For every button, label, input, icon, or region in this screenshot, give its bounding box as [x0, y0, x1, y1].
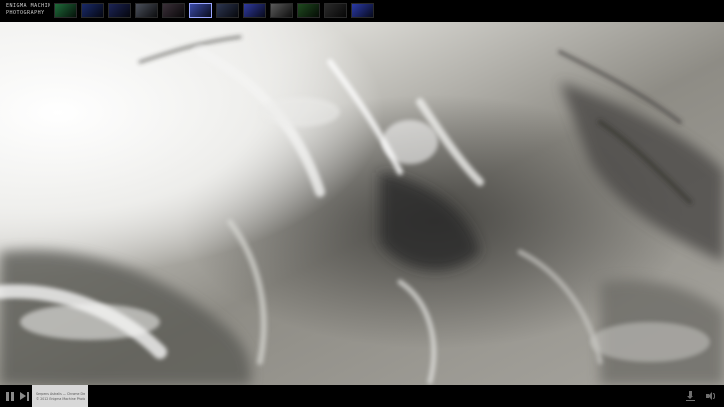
- thumbnail-7[interactable]: [216, 3, 239, 18]
- skip-next-icon: [20, 392, 26, 400]
- thumbnail-3[interactable]: [108, 3, 131, 18]
- download-button[interactable]: [686, 391, 696, 401]
- player-right-controls: [686, 391, 716, 401]
- thumbnail-12[interactable]: [351, 3, 374, 18]
- skip-next-icon-bar: [27, 392, 29, 401]
- top-bar: ENIGMA MACHINE PHOTOGRAPHY: [0, 0, 724, 22]
- volume-button[interactable]: [706, 391, 716, 401]
- thumbnail-10[interactable]: [297, 3, 320, 18]
- thumbnail-5[interactable]: [162, 3, 185, 18]
- site-logo[interactable]: ENIGMA MACHINE PHOTOGRAPHY: [6, 3, 50, 18]
- player-bar: Serpens Astralis — Chrome Dream © 2012 E…: [0, 385, 724, 407]
- thumbnail-4[interactable]: [135, 3, 158, 18]
- main-photo: [0, 22, 724, 385]
- logo-line-2: PHOTOGRAPHY: [6, 10, 45, 16]
- thumbnail-strip: [54, 3, 374, 18]
- next-button[interactable]: [20, 391, 30, 401]
- volume-icon-cone: [708, 392, 712, 400]
- caption-credit: © 2012 Enigma Machine Photography: [36, 397, 85, 401]
- download-icon-arrow: [687, 396, 693, 399]
- download-icon-base: [686, 400, 695, 401]
- thumbnail-6[interactable]: [189, 3, 212, 18]
- chrome-abstract-image: [0, 22, 724, 385]
- thumbnail-1[interactable]: [54, 3, 77, 18]
- thumbnail-8[interactable]: [243, 3, 266, 18]
- thumbnail-11[interactable]: [324, 3, 347, 18]
- thumbnail-9[interactable]: [270, 3, 293, 18]
- volume-icon-wave: [713, 393, 715, 399]
- logo-line-1: ENIGMA MACHINE: [6, 3, 50, 9]
- pause-button[interactable]: [6, 391, 16, 401]
- pause-icon: [6, 392, 9, 401]
- thumbnail-2[interactable]: [81, 3, 104, 18]
- photo-caption[interactable]: Serpens Astralis — Chrome Dream © 2012 E…: [32, 385, 88, 407]
- pause-icon-bar: [11, 392, 14, 401]
